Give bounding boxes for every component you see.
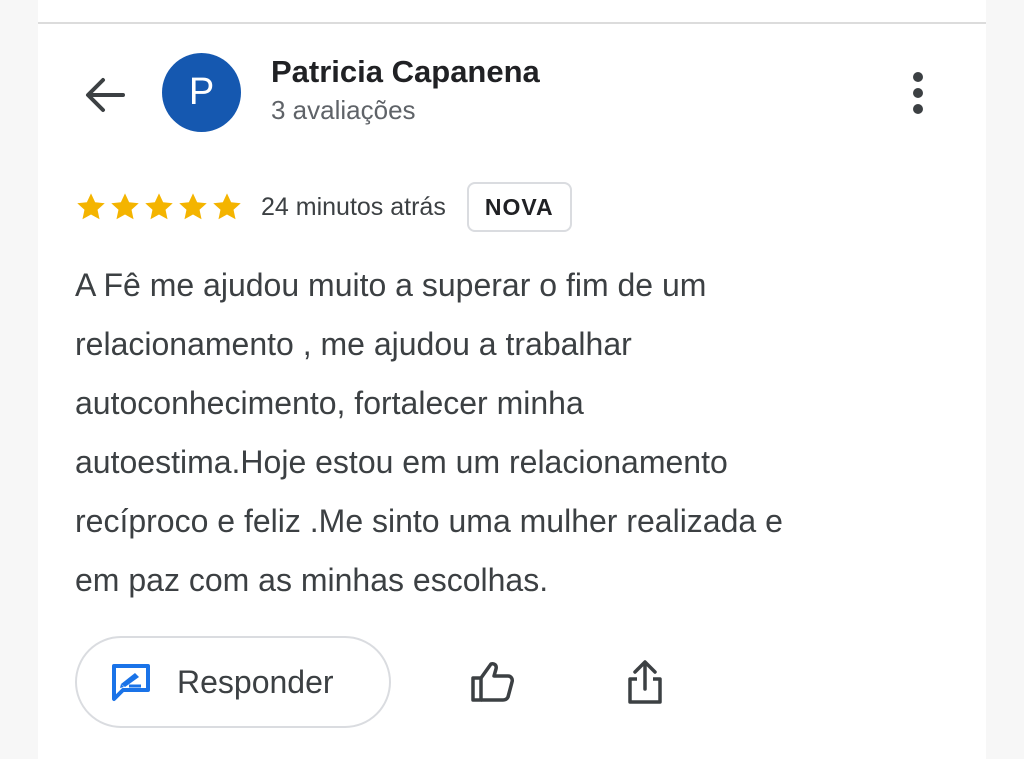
back-button[interactable] (78, 68, 132, 122)
divider (38, 22, 986, 24)
star-icon (179, 193, 207, 220)
review-text: A Fê me ajudou muito a superar o fim de … (75, 267, 783, 598)
star-icon (145, 193, 173, 220)
share-button[interactable] (615, 652, 675, 712)
more-options-button[interactable] (898, 64, 938, 122)
avatar[interactable]: P (162, 53, 241, 132)
arrow-left-icon (86, 78, 125, 112)
like-button[interactable] (462, 652, 522, 712)
thumbs-up-icon (471, 662, 514, 702)
more-vertical-icon (913, 72, 923, 114)
author-name[interactable]: Patricia Capanena (271, 54, 540, 90)
author-review-count: 3 avaliações (271, 95, 416, 125)
reply-comment-icon (112, 664, 150, 701)
rating-row: 24 minutos atrás NOVA (75, 180, 572, 234)
reply-button-label: Responder (177, 663, 334, 700)
share-icon (628, 660, 662, 704)
star-icon (77, 193, 105, 220)
reply-button[interactable]: Responder (75, 636, 391, 728)
star-icon (213, 193, 241, 220)
star-icon (111, 193, 139, 220)
star-rating (75, 191, 243, 223)
review-time: 24 minutos atrás (261, 192, 446, 221)
new-badge: NOVA (466, 182, 572, 232)
avatar-initial: P (188, 71, 215, 113)
